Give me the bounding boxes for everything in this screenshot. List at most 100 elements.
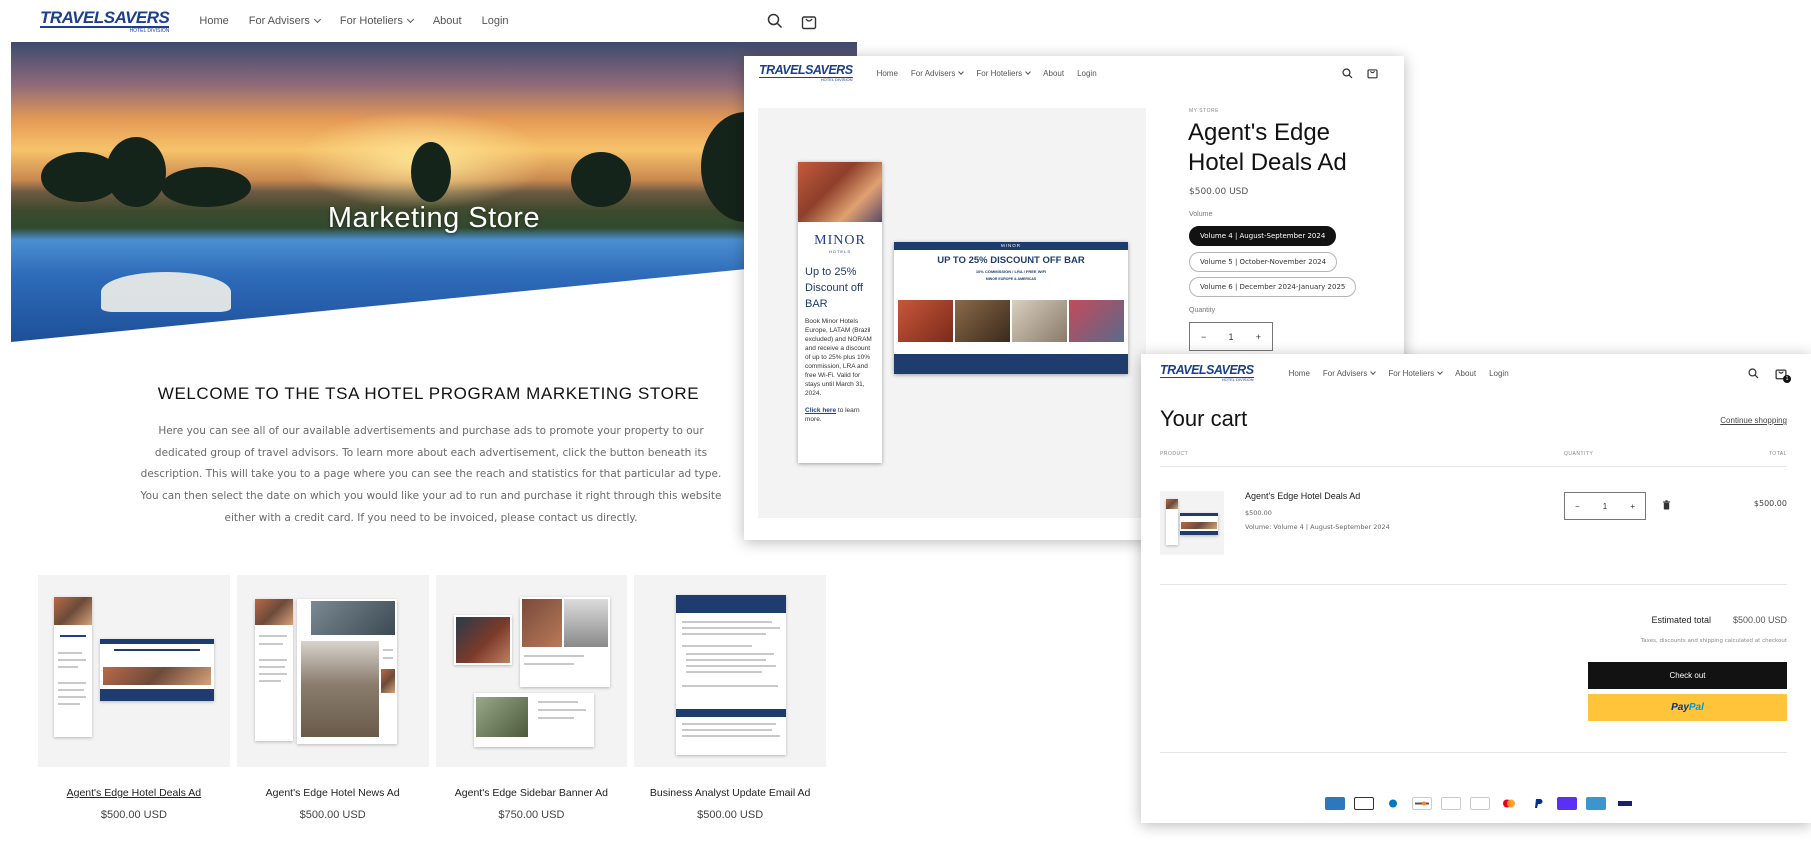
product-image[interactable] [236,575,429,767]
search-icon[interactable] [767,13,783,29]
decrease-button[interactable]: − [1201,332,1206,342]
estimated-total-value: $500.00 USD [1732,615,1787,625]
product-card[interactable]: Business Analyst Update Email Ad $500.00… [634,575,826,821]
product-price: $500.00 USD [100,809,167,821]
nav-home[interactable]: Home [877,69,898,78]
travelsavers-logo[interactable]: TRAVELSAVERS HOTEL DIVISION [1160,364,1254,382]
g-pay-icon [1470,797,1490,810]
quantity-stepper: − 1 + [1189,322,1273,351]
chevron-down-icon [1437,369,1444,375]
column-header-quantity: QUANTITY [1564,451,1594,457]
product-vendor: MY STORE [1189,108,1219,114]
ad-flyer-image: MINOR HOTELS Up to 25% Discount off BAR … [798,162,882,463]
nav-for-advisers[interactable]: For Advisers [911,69,965,78]
chevron-down-icon [1025,69,1032,75]
paypal-button[interactable]: PayPal [1588,694,1787,721]
search-icon[interactable] [1748,367,1759,379]
product-grid: Agent's Edge Hotel Deals Ad $500.00 USD [38,575,826,821]
product-card[interactable]: Agent's Edge Hotel Deals Ad $500.00 USD [38,575,230,821]
nav-for-advisers[interactable]: For Advisers [249,15,321,27]
product-image[interactable] [38,575,230,767]
nav-login[interactable]: Login [482,15,509,27]
nav-about[interactable]: About [433,15,462,27]
divider [1160,752,1787,753]
apple-pay-icon [1354,797,1374,810]
nav-for-advisers[interactable]: For Advisers [1323,369,1377,378]
product-title[interactable]: Agent's Edge Sidebar Banner Ad [436,787,628,800]
chevron-down-icon [313,15,321,24]
discover-icon [1412,797,1432,810]
divider [1160,584,1787,585]
nav-login[interactable]: Login [1077,69,1097,78]
welcome-title: WELCOME TO THE TSA HOTEL PROGRAM MARKETI… [157,384,700,403]
cart-item-variant: Volume: Volume 4 | August-September 2024 [1245,523,1390,531]
increase-button[interactable]: + [1256,332,1261,342]
chevron-down-icon [406,15,414,24]
cart-page: TRAVELSAVERS HOTEL DIVISION Home For Adv… [1141,354,1811,823]
product-image[interactable] [634,575,826,767]
checkout-button[interactable]: Check out [1588,662,1787,689]
volume-option-selected[interactable]: Volume 4 | August-September 2024 [1189,226,1337,246]
product-title: Agent's Edge Hotel Deals Ad [1188,119,1347,176]
nav-about[interactable]: About [1043,69,1064,78]
travelsavers-logo[interactable]: TRAVELSAVERS HOTEL DIVISION [40,9,170,34]
volume-option[interactable]: Volume 6 | December 2024-January 2025 [1189,277,1357,297]
product-card[interactable]: Agent's Edge Sidebar Banner Ad $750.00 U… [435,575,628,821]
nav-home[interactable]: Home [199,15,228,27]
shop-pay-icon [1557,797,1577,810]
cart-header: TRAVELSAVERS HOTEL DIVISION Home For Adv… [1141,360,1811,386]
cart-icon[interactable]: 1 [1775,367,1791,383]
nav-home[interactable]: Home [1289,369,1310,378]
cart-item-name[interactable]: Agent's Edge Hotel Deals Ad [1245,491,1360,501]
search-icon[interactable] [1342,67,1353,79]
cart-item-price: $500.00 [1245,509,1272,517]
payment-methods [1325,797,1635,810]
product-title[interactable]: Agent's Edge Hotel News Ad [237,787,429,800]
paypal-icon [1528,797,1548,810]
venmo-icon [1586,797,1606,810]
increase-button[interactable]: + [1630,502,1635,511]
main-nav: Home For Advisers For Hoteliers About Lo… [877,69,1097,78]
product-price: $500.00 USD [1189,187,1249,197]
cart-title: Your cart [1160,406,1248,431]
chevron-down-icon [1370,369,1377,375]
decrease-button[interactable]: − [1575,502,1580,511]
nav-for-hoteliers[interactable]: For Hoteliers [340,15,414,27]
cart-icon[interactable] [1367,67,1378,79]
nav-for-hoteliers[interactable]: For Hoteliers [976,69,1032,78]
product-price: $500.00 USD [697,809,764,821]
cart-item-image[interactable] [1160,491,1224,555]
product-title[interactable]: Agent's Edge Hotel Deals Ad [38,787,230,800]
nav-login[interactable]: Login [1489,369,1509,378]
product-gallery[interactable]: MINOR HOTELS Up to 25% Discount off BAR … [758,108,1146,518]
estimated-total-label: Estimated total [1651,615,1711,625]
column-header-product: PRODUCT [1160,451,1189,457]
visa-icon [1615,797,1635,810]
quantity-value[interactable]: 1 [1603,502,1607,511]
product-price: $750.00 USD [498,809,565,821]
nav-about[interactable]: About [1455,369,1476,378]
quantity-stepper: − 1 + [1564,492,1646,520]
cart-icon[interactable] [801,13,817,30]
main-nav: Home For Advisers For Hoteliers About Lo… [1289,369,1509,378]
hero-title: Marketing Store [327,202,541,234]
product-title[interactable]: Business Analyst Update Email Ad [634,787,826,800]
continue-shopping-link[interactable]: Continue shopping [1720,416,1787,425]
product-image[interactable] [435,575,628,767]
product-card[interactable]: Agent's Edge Hotel News Ad $500.00 USD [236,575,429,821]
diners-icon [1383,797,1403,810]
trash-icon[interactable] [1662,500,1671,510]
taxes-note: Taxes, discounts and shipping calculated… [1640,638,1787,644]
marketing-store-page: TRAVELSAVERS HOTEL DIVISION Home For Adv… [0,0,857,855]
cart-item-total: $500.00 [1753,499,1787,508]
nav-for-hoteliers[interactable]: For Hoteliers [1388,369,1444,378]
hero-banner: Marketing Store [11,42,857,342]
travelsavers-logo[interactable]: TRAVELSAVERS HOTEL DIVISION [759,64,853,82]
volume-label: Volume [1189,211,1213,218]
amex-icon [1325,797,1345,810]
main-nav: Home For Advisers For Hoteliers About Lo… [199,15,508,27]
ad-banner-image: MINOR UP TO 25% DISCOUNT OFF BAR 10% COM… [894,242,1128,374]
quantity-value[interactable]: 1 [1228,332,1233,342]
store-header: TRAVELSAVERS HOTEL DIVISION Home For Adv… [0,0,857,42]
volume-option[interactable]: Volume 5 | October-November 2024 [1189,252,1338,272]
